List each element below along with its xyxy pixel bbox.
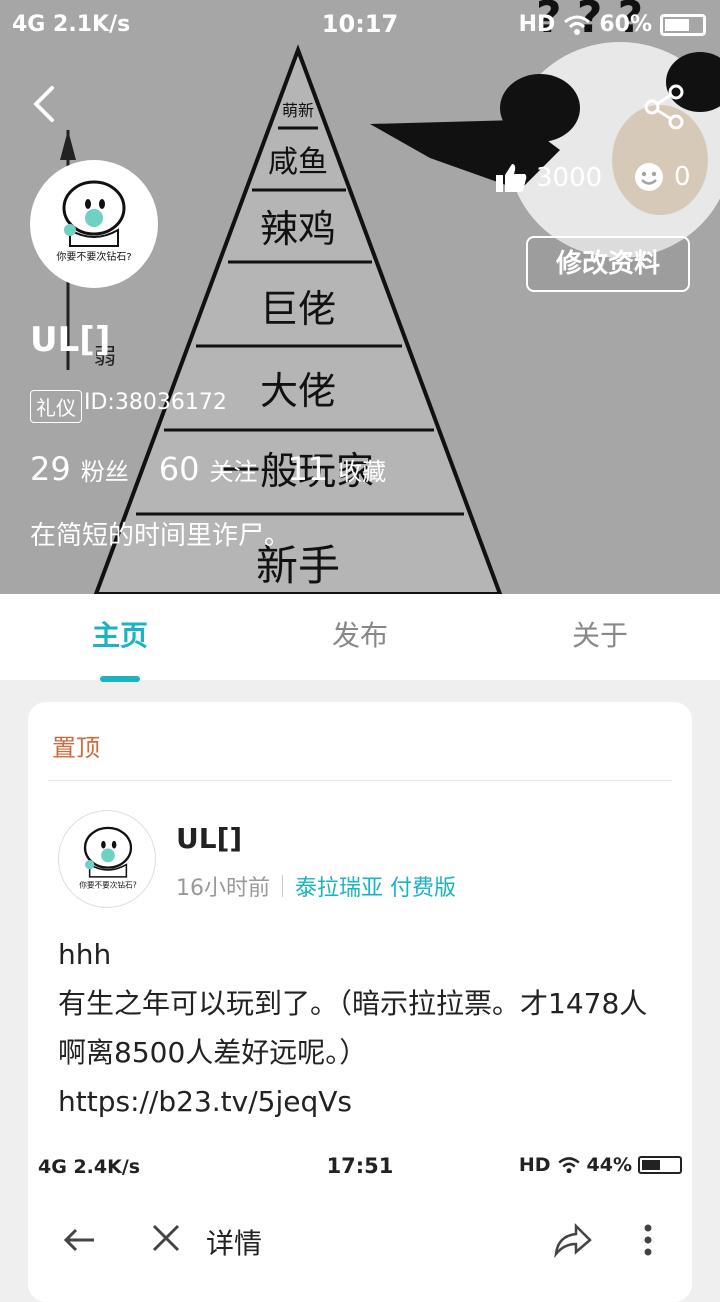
battery-icon bbox=[660, 13, 706, 36]
likes-counter[interactable]: 3000 bbox=[494, 162, 602, 194]
avatar[interactable]: 你要不要次钻石? bbox=[30, 160, 158, 288]
tab-posts[interactable]: 发布 bbox=[240, 614, 480, 654]
status-right: HD 60% bbox=[519, 12, 706, 37]
tab-home[interactable]: 主页 bbox=[0, 614, 240, 654]
pyramid-level-1: 咸鱼 bbox=[268, 145, 328, 180]
pyramid-level-4: 大佬 bbox=[260, 369, 336, 413]
likes-count: 3000 bbox=[536, 163, 603, 193]
pyramid-level-3: 巨佬 bbox=[260, 287, 336, 331]
smiles-count: 0 bbox=[674, 162, 691, 192]
favorites-label[interactable]: 收藏 bbox=[338, 452, 386, 487]
battery-percent: 60% bbox=[599, 12, 652, 37]
pinned-post-card[interactable]: 置顶 你要不要次钻石? UL[] 16小时前 泰拉瑞亚 付费版 hhh 有生之年… bbox=[28, 702, 692, 1302]
status-bar: 4G 2.1K/s 10:17 HD 60% bbox=[0, 0, 720, 50]
embedded-more-icon bbox=[644, 1224, 652, 1256]
profile-stats: 29 粉丝 60 关注 11 收藏 bbox=[30, 450, 416, 488]
post-author-avatar[interactable]: 你要不要次钻石? bbox=[58, 810, 156, 908]
profile-tabs: 主页 发布 关于 bbox=[0, 594, 720, 682]
post-avatar-caption: 你要不要次钻石? bbox=[79, 880, 137, 890]
profile-header: 萌新 咸鱼 辣鸡 巨佬 大佬 一般玩家 新手 弱 ? ? ? 4G 2.1K/s… bbox=[0, 0, 720, 594]
back-arrow-icon[interactable] bbox=[22, 80, 70, 128]
tab-about[interactable]: 关于 bbox=[480, 614, 720, 654]
pyramid-level-0: 萌新 bbox=[282, 101, 314, 120]
embedded-battery-percent: 44% bbox=[586, 1154, 632, 1176]
profile-bio: 在简短的时间里诈尸。 bbox=[30, 521, 291, 551]
username: UL[] bbox=[30, 320, 111, 360]
active-tab-indicator bbox=[100, 676, 140, 682]
edit-profile-button[interactable]: 修改资料 bbox=[526, 236, 690, 292]
post-meta: 16小时前 泰拉瑞亚 付费版 bbox=[176, 870, 456, 902]
pyramid-level-2: 辣鸡 bbox=[260, 207, 336, 251]
post-game-link[interactable]: 泰拉瑞亚 付费版 bbox=[295, 870, 456, 902]
embedded-back-arrow-icon bbox=[63, 1228, 94, 1252]
embedded-status-right: HD 44% bbox=[519, 1154, 682, 1176]
user-id: ID:38036172 bbox=[84, 390, 227, 415]
embedded-nav-bar: 详情 bbox=[28, 1202, 692, 1282]
post-time: 16小时前 bbox=[176, 876, 270, 901]
hd-indicator: HD bbox=[518, 12, 556, 37]
embedded-wifi-icon bbox=[557, 1157, 580, 1174]
avatar-caption: 你要不要次钻石? bbox=[56, 250, 131, 263]
card-divider bbox=[48, 780, 672, 781]
following-label[interactable]: 关注 bbox=[209, 452, 257, 487]
following-count[interactable]: 60 bbox=[159, 450, 200, 488]
pinned-label: 置顶 bbox=[52, 734, 100, 762]
post-content[interactable]: hhh 有生之年可以玩到了。（暗示拉拉票。才1478人啊离8500人差好远呢。）… bbox=[58, 930, 658, 1126]
embedded-title: 详情 bbox=[206, 1227, 263, 1260]
etiquette-badge[interactable]: 礼仪 bbox=[30, 390, 82, 423]
fans-label[interactable]: 粉丝 bbox=[81, 452, 129, 487]
thumbs-up-icon bbox=[496, 164, 527, 192]
embedded-hd: HD bbox=[518, 1154, 551, 1176]
embedded-close-icon bbox=[152, 1224, 180, 1252]
post-author-name[interactable]: UL[] bbox=[176, 822, 242, 855]
meme-background: 萌新 咸鱼 辣鸡 巨佬 大佬 一般玩家 新手 弱 ? ? ? bbox=[0, 0, 720, 594]
embedded-battery-icon bbox=[638, 1156, 682, 1174]
wifi-icon bbox=[564, 15, 591, 35]
share-icon[interactable] bbox=[640, 82, 690, 132]
meta-separator bbox=[282, 875, 283, 897]
smile-icon bbox=[635, 163, 663, 191]
embedded-status-bar: 4G 2.4K/s 17:51 HD 44% bbox=[28, 1142, 692, 1192]
post-text-body: 有生之年可以玩到了。（暗示拉拉票。才1478人啊离8500人差好远呢。）http… bbox=[58, 987, 648, 1118]
smiles-counter[interactable]: 0 bbox=[634, 162, 691, 192]
fans-count[interactable]: 29 bbox=[30, 450, 71, 488]
favorites-count[interactable]: 11 bbox=[287, 450, 328, 488]
embedded-share-icon bbox=[554, 1222, 592, 1258]
post-text-line: hhh bbox=[58, 938, 112, 971]
